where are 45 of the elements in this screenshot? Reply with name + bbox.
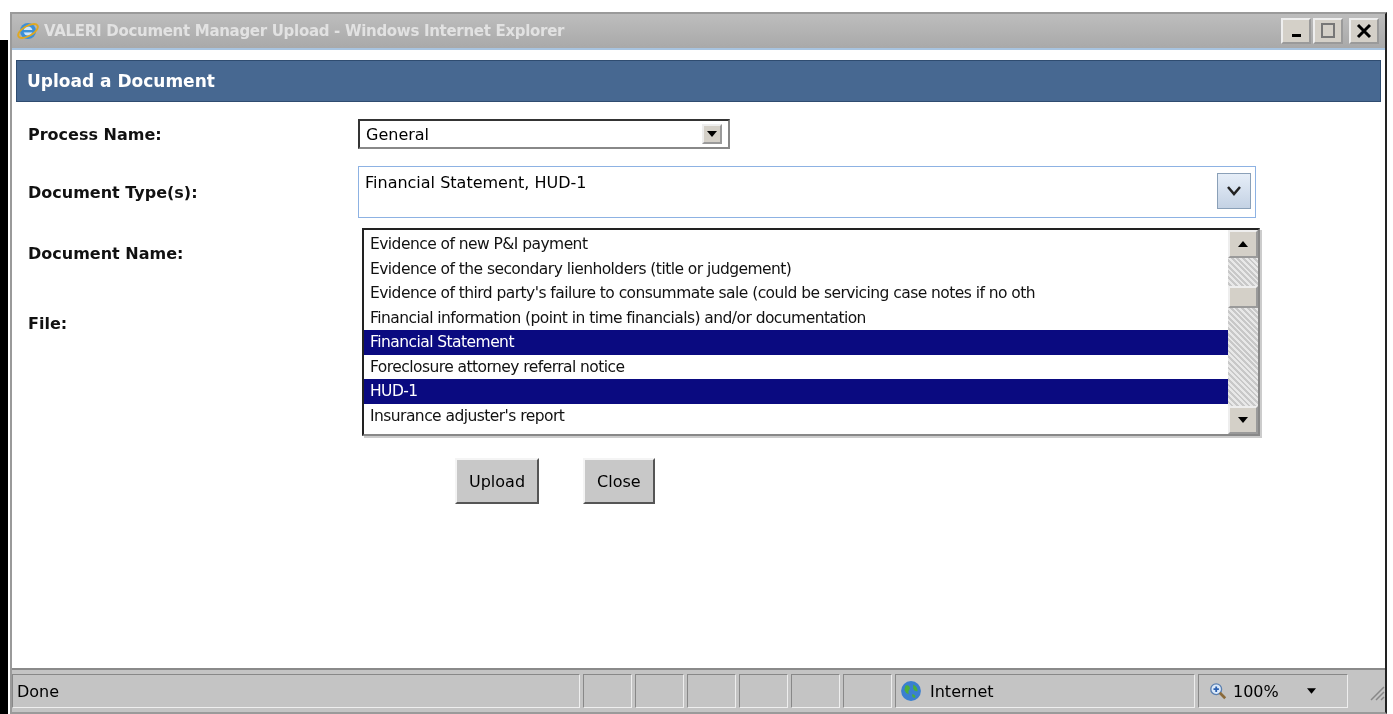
list-option[interactable]: HUD-1 — [364, 379, 1228, 404]
magnifier-icon — [1209, 682, 1227, 700]
upload-button[interactable]: Upload — [455, 458, 540, 504]
maximize-button[interactable] — [1313, 18, 1343, 44]
section-header: Upload a Document — [16, 60, 1381, 102]
chevron-down-icon[interactable] — [1217, 173, 1251, 209]
process-name-dropdown[interactable]: General — [358, 119, 730, 149]
zoom-control[interactable]: 100% — [1198, 674, 1348, 708]
caret-down-icon — [1238, 417, 1248, 423]
scroll-thumb[interactable] — [1228, 286, 1258, 308]
scroll-up-button[interactable] — [1228, 230, 1258, 258]
maximize-icon — [1318, 21, 1338, 41]
minimize-icon — [1291, 33, 1301, 37]
field-label: Document Type(s): — [28, 182, 199, 202]
field-label: Process Name: — [28, 124, 163, 144]
document-type-dropdown[interactable]: Financial Statement, HUD-1 — [358, 166, 1256, 218]
status-text: Done — [12, 674, 580, 708]
list-option[interactable]: Evidence of the secondary lienholders (title or judgement) — [364, 256, 1228, 281]
status-panel — [843, 674, 892, 708]
status-panel — [687, 674, 736, 708]
status-panel — [583, 674, 632, 708]
minimize-button[interactable] — [1281, 18, 1311, 44]
caret-down-icon — [707, 131, 717, 137]
list-option[interactable]: Evidence of new P&I payment — [364, 232, 1228, 257]
list-option[interactable]: Financial information (point in time financials) and/or documentation — [364, 305, 1228, 330]
close-button[interactable] — [1349, 18, 1379, 44]
caret-down-icon — [1306, 688, 1316, 694]
scrollbar[interactable] — [1228, 230, 1258, 434]
caret-up-icon — [1238, 241, 1248, 247]
status-panel — [739, 674, 788, 708]
scroll-down-button[interactable] — [1228, 406, 1258, 434]
globe-icon — [900, 680, 922, 702]
field-label: Document Name: — [28, 243, 185, 263]
security-zone-label: Internet — [930, 681, 994, 701]
list-option[interactable]: Evidence of third party's failure to consummate sale (could be servicing case notes if no oth — [364, 281, 1228, 306]
status-panel — [635, 674, 684, 708]
close-dialog-button[interactable]: Close — [583, 458, 655, 504]
list-option[interactable]: Financial Statement — [364, 330, 1228, 355]
dropdown-button[interactable] — [702, 124, 722, 144]
list-option[interactable]: Foreclosure attorney referral notice — [364, 354, 1228, 379]
status-panel — [791, 674, 840, 708]
list-option[interactable]: Insurance adjuster's report — [364, 403, 1228, 428]
close-icon — [1354, 21, 1374, 41]
field-label: File: — [28, 313, 69, 333]
document-type-list[interactable] — [362, 228, 1260, 436]
